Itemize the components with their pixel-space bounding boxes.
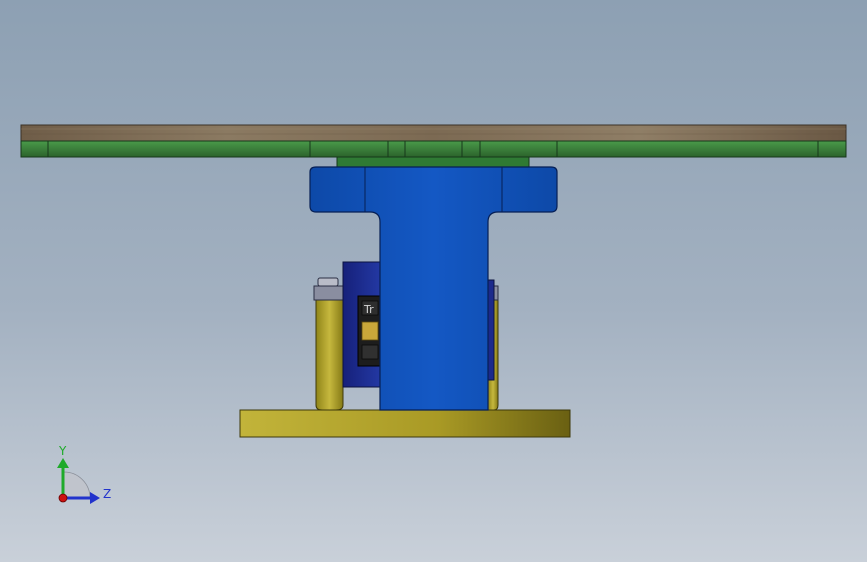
- y-axis-arrowhead-icon: [57, 458, 69, 468]
- origin-x-axis-icon: [58, 493, 68, 503]
- connector-label: Tr: [363, 303, 374, 316]
- triad-quadrant-shape: [63, 471, 91, 499]
- y-axis-label: Y: [58, 444, 67, 458]
- wooden-top-board[interactable]: [20, 124, 847, 142]
- coordinate-triad: Y Z: [57, 444, 111, 504]
- z-axis-label: Z: [103, 487, 111, 501]
- yellow-base-plate[interactable]: [239, 409, 571, 438]
- green-hub[interactable]: [336, 156, 530, 168]
- connector-block[interactable]: Tr: [357, 295, 381, 367]
- yellow-support-post-left[interactable]: [313, 277, 345, 411]
- green-mounting-plate[interactable]: [20, 140, 847, 158]
- z-axis-arrowhead-icon: [90, 492, 100, 504]
- cad-viewport[interactable]: Tr Y Z: [0, 0, 867, 562]
